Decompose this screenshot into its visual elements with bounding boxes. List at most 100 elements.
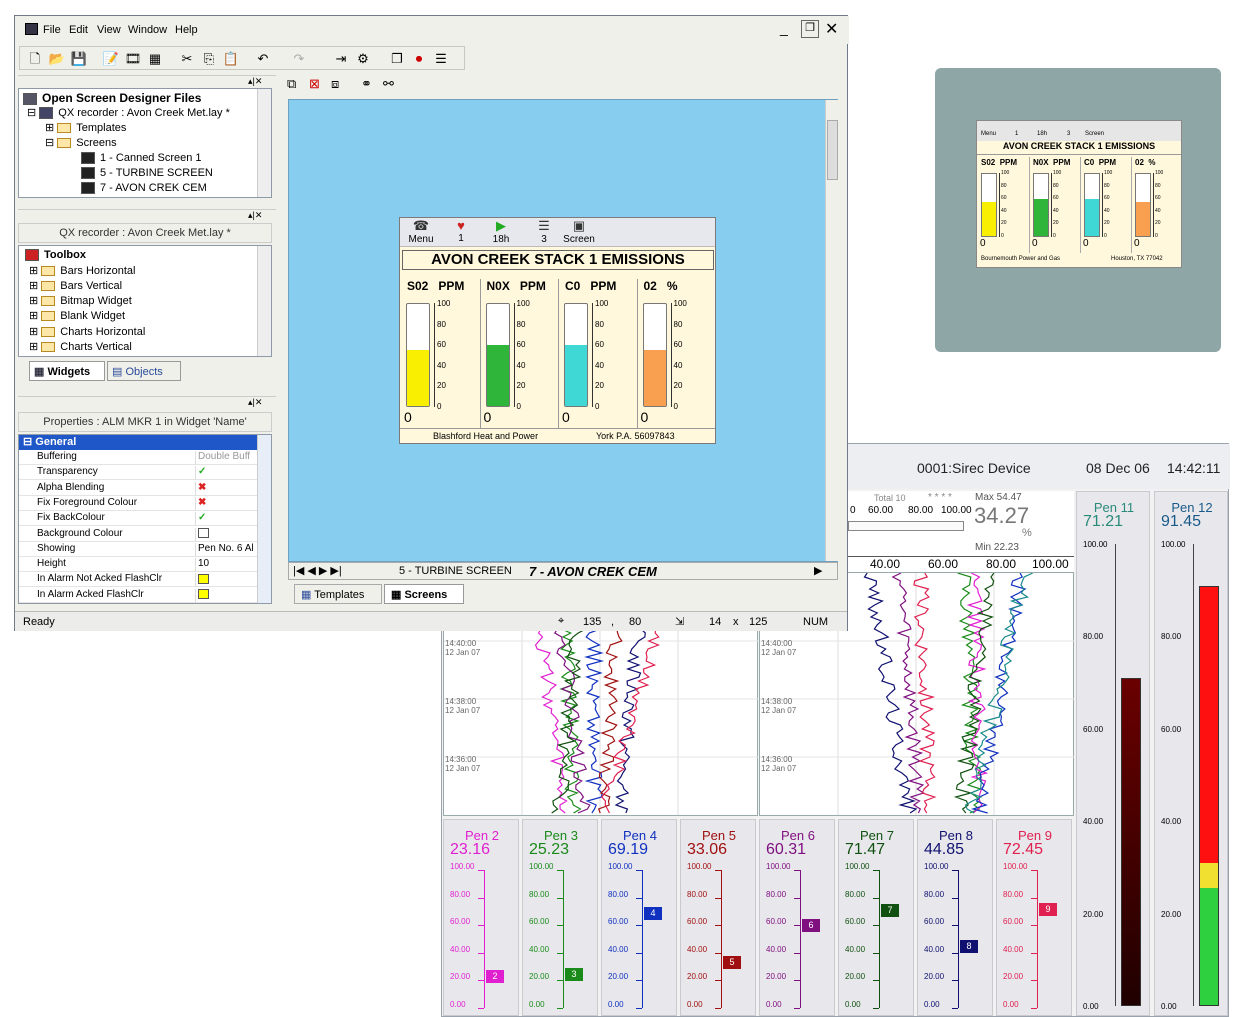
property-value[interactable]: 10: [195, 558, 257, 573]
gauge-n0x[interactable]: N0X PPM 0 100 80 60 40 20 0: [479, 279, 558, 429]
files-panel-header: ▴|✕: [18, 75, 276, 87]
property-row[interactable]: Buffering Double Buff: [19, 450, 257, 465]
widget-button-play[interactable]: ▶ 18h: [482, 218, 520, 247]
delete-widget-icon[interactable]: ⊠: [309, 76, 320, 92]
section-general[interactable]: ⊟ General: [19, 435, 257, 450]
properties-icon[interactable]: 📝: [101, 49, 121, 69]
pen-panel-2[interactable]: Pen 2 23.16 100.00 80.00 60.00 40.00 20.00 0.00…: [443, 819, 519, 1016]
property-value[interactable]: ✓: [195, 466, 257, 481]
restore-icon[interactable]: ❐: [801, 20, 819, 38]
screen-item-1[interactable]: 1 - Canned Screen 1: [81, 152, 202, 165]
menu-window[interactable]: Window: [128, 24, 167, 36]
screen-item-5[interactable]: 5 - TURBINE SCREEN: [81, 167, 213, 180]
pen-panel-6[interactable]: Pen 6 60.31 100.00 80.00 60.00 40.00 20.00 0.00…: [759, 819, 835, 1016]
property-value[interactable]: [195, 573, 257, 588]
tab-widgets[interactable]: ▦ Widgets: [29, 361, 105, 381]
pen-panel-5[interactable]: Pen 5 33.06 100.00 80.00 60.00 40.00 20.00 0.00…: [680, 819, 756, 1016]
gauge-header: S02 PPM: [407, 279, 465, 293]
tab-avon-crek-cem[interactable]: 7 - AVON CREK CEM: [529, 564, 657, 579]
toolbox-item[interactable]: ⊞ Charts Vertical: [29, 340, 132, 353]
gauge-02[interactable]: 02 % 0 100 80 60 40 20 0: [636, 279, 715, 429]
tab-objects[interactable]: ▤ Objects: [107, 361, 181, 381]
widget-button-list[interactable]: ☰ 3: [525, 218, 563, 247]
pen-panel-8[interactable]: Pen 8 44.85 100.00 80.00 60.00 40.00 20.00 0.00…: [917, 819, 993, 1016]
property-row[interactable]: Background Colour: [19, 527, 257, 542]
files-scrollbar[interactable]: [257, 89, 271, 197]
templates-node[interactable]: ⊞ Templates: [45, 121, 126, 134]
menu-view[interactable]: View: [97, 24, 121, 36]
widget-icon[interactable]: ▦: [145, 49, 165, 69]
minimize-icon[interactable]: _: [780, 20, 788, 36]
add-widget-icon[interactable]: ⧉: [287, 76, 296, 92]
property-row[interactable]: In Alarm Not Acked FlashClr: [19, 572, 257, 588]
tab-templates[interactable]: ▦ Templates: [294, 584, 382, 604]
screens-icon[interactable]: 🎞: [123, 49, 143, 69]
menu-file[interactable]: File: [43, 24, 61, 36]
property-value[interactable]: ✖: [195, 496, 257, 511]
emissions-widget[interactable]: ☎ Menu ♥ 1 ▶ 18h ☰ 3 ▣ Screen AVON CREEK STACK 1 …: [399, 217, 716, 444]
unlink-icon[interactable]: ⚯: [383, 76, 394, 92]
undo-icon[interactable]: ↶: [253, 49, 273, 69]
property-value[interactable]: Pen No. 6 Al: [195, 542, 257, 557]
screen-item-7[interactable]: 7 - AVON CREK CEM: [81, 182, 207, 195]
property-value[interactable]: [195, 527, 257, 542]
cascade-icon[interactable]: ❐: [387, 49, 407, 69]
widget-button-screen[interactable]: ▣ Screen: [560, 218, 598, 247]
tab-nav-first-icon[interactable]: |◀ ◀ ▶ ▶|: [293, 564, 342, 577]
property-row[interactable]: Height 10: [19, 557, 257, 573]
gauge-c0[interactable]: C0 PPM 0 100 80 60 40 20 0: [558, 279, 636, 429]
settings-icon[interactable]: ☰: [431, 49, 451, 69]
gauge-s02[interactable]: S02 PPM 0 100 80 60 40 20 0: [401, 279, 479, 429]
property-row[interactable]: Alpha Blending ✖: [19, 481, 257, 496]
pen-panel-3[interactable]: Pen 3 25.23 100.00 80.00 60.00 40.00 20.00 0.00…: [522, 819, 598, 1016]
tab-screens[interactable]: ▦ Screens: [384, 584, 464, 604]
panel-pin-icon[interactable]: ▴|✕: [248, 397, 262, 408]
pen-panel-9[interactable]: Pen 9 72.45 100.00 80.00 60.00 40.00 20.00 0.00…: [996, 819, 1072, 1016]
property-value[interactable]: [195, 588, 257, 603]
close-icon[interactable]: ✕: [825, 19, 838, 39]
new-file-icon[interactable]: 🗋: [25, 49, 45, 69]
panel-pin-icon[interactable]: ▴|✕: [248, 210, 262, 221]
property-row[interactable]: Fix BackColour ✓: [19, 511, 257, 527]
screens-node[interactable]: ⊟ Screens: [45, 136, 117, 149]
pen-panel-7[interactable]: Pen 7 71.47 100.00 80.00 60.00 40.00 20.00 0.00…: [838, 819, 914, 1016]
property-row[interactable]: In Alarm Acked FlashClr: [19, 588, 257, 603]
link-icon[interactable]: ⚭: [361, 76, 372, 92]
project-node[interactable]: ⊟ QX recorder : Avon Creek Met.lay *: [27, 106, 230, 120]
copy-icon[interactable]: ⎘: [199, 49, 219, 69]
panel-pin-icon[interactable]: ▴|✕: [248, 76, 262, 87]
toolbox-item[interactable]: ⊞ Charts Horizontal: [29, 325, 145, 338]
toolbox-scrollbar[interactable]: [257, 246, 271, 356]
widget-button-alarm-bell[interactable]: ♥ 1: [442, 218, 480, 247]
properties-scrollbar[interactable]: [257, 435, 271, 603]
property-value[interactable]: ✓: [195, 512, 257, 527]
save-icon[interactable]: 💾: [69, 49, 89, 69]
redo-icon[interactable]: ↷: [289, 49, 309, 69]
hscroll-right-icon[interactable]: ▶: [814, 564, 822, 577]
pen-panel-4[interactable]: Pen 4 69.19 100.00 80.00 60.00 40.00 20.00 0.00…: [601, 819, 677, 1016]
property-row[interactable]: Showing Pen No. 6 Al: [19, 542, 257, 557]
paste-icon[interactable]: 📋: [221, 49, 241, 69]
toolbox-item[interactable]: ⊞ Bars Horizontal: [29, 264, 135, 277]
trend-line: [913, 572, 937, 814]
property-row[interactable]: Fix Foreground Colour ✖: [19, 496, 257, 511]
open-folder-icon[interactable]: 📂: [47, 49, 67, 69]
toolbox-item[interactable]: ⊞ Blank Widget: [29, 309, 125, 322]
property-value[interactable]: Double Buff: [195, 451, 257, 465]
export-icon[interactable]: ⚙: [353, 49, 373, 69]
record-icon[interactable]: ⏺: [409, 49, 429, 69]
import-icon[interactable]: ⇥: [331, 49, 351, 69]
canvas-vscroll[interactable]: [825, 100, 839, 561]
tab-turbine-screen[interactable]: 5 - TURBINE SCREEN: [399, 565, 512, 577]
menu-edit[interactable]: Edit: [69, 24, 88, 36]
toolbox-item[interactable]: ⊞ Bitmap Widget: [29, 294, 132, 307]
design-canvas[interactable]: ☎ Menu ♥ 1 ▶ 18h ☰ 3 ▣ Screen AVON CREEK STACK 1 …: [288, 99, 839, 562]
duplicate-icon[interactable]: ⧈: [331, 76, 339, 92]
toolbox-item[interactable]: ⊞ Bars Vertical: [29, 279, 122, 292]
widget-button-menu[interactable]: ☎ Menu: [402, 218, 440, 247]
cut-icon[interactable]: ✂: [177, 49, 197, 69]
property-value[interactable]: ✖: [195, 481, 257, 496]
menu-help[interactable]: Help: [175, 24, 198, 36]
scroll-thumb[interactable]: [827, 120, 838, 180]
property-row[interactable]: Transparency ✓: [19, 465, 257, 481]
